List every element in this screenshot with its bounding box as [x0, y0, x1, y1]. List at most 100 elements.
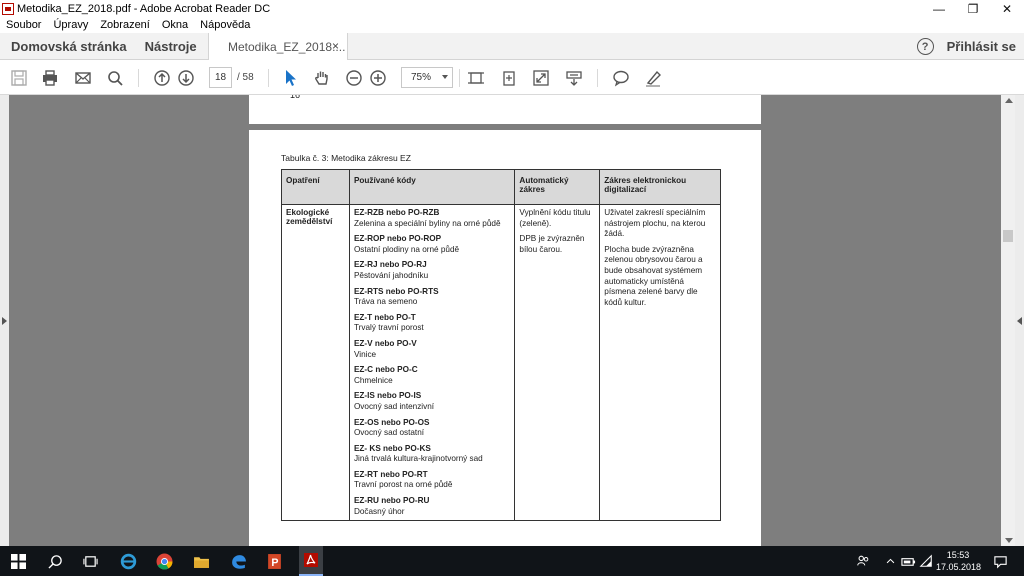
code-name: EZ-OS nebo PO-OS	[353, 417, 430, 427]
menu-okna[interactable]: Okna	[162, 19, 188, 31]
acrobat-app-icon	[2, 2, 14, 15]
code-item: EZ-RZB nebo PO-RZB Zelenina a speciální b…	[354, 208, 510, 229]
code-item: EZ-T nebo PO-T Trvalý travní porost	[354, 313, 510, 334]
save-icon[interactable]	[9, 68, 29, 88]
scroll-down-icon[interactable]	[1005, 538, 1013, 543]
document-viewport[interactable]: 16 Tabulka č. 3: Metodika zákresu EZ Opa…	[0, 95, 1024, 546]
code-description: Zelenina a speciální byliny na orné půdě	[353, 218, 501, 228]
select-tool-icon[interactable]	[281, 68, 301, 88]
scroll-mode-icon[interactable]	[564, 68, 584, 88]
code-item: EZ-IS nebo PO-IS Ovocný sad intenzivní	[354, 391, 510, 412]
code-name: EZ- KS nebo PO-KS	[353, 443, 431, 453]
chevron-down-icon	[442, 75, 448, 79]
code-item: EZ-RT nebo PO-RT Travní porost na orné pů…	[354, 470, 510, 491]
auto-cell: Vyplnění kódu titulu (zeleně). DPB je zv…	[514, 203, 601, 522]
menu-bar: Soubor Úpravy Zobrazení Okna Nápověda	[0, 17, 1024, 33]
minimize-button[interactable]: —	[922, 0, 956, 17]
header-kody: Používané kódy	[348, 169, 516, 205]
main-toolbar: 18 / 58 75%	[0, 61, 1024, 95]
email-icon[interactable]	[73, 68, 93, 88]
code-name: EZ-RJ nebo PO-RJ	[353, 260, 427, 270]
zoom-in-icon[interactable]	[368, 68, 388, 88]
code-description: Ostatní plodiny na orné půdě	[353, 244, 460, 254]
full-screen-icon[interactable]	[531, 68, 551, 88]
comment-icon[interactable]	[611, 68, 631, 88]
tab-document[interactable]: Metodika_EZ_2018.... ×	[208, 33, 348, 60]
signin-button[interactable]: Přihlásit se	[947, 39, 1016, 54]
methodology-table: Opatření Používané kódy Automatický zákr…	[281, 169, 721, 522]
code-name: EZ-T nebo PO-T	[353, 312, 416, 322]
code-name: EZ-RTS nebo PO-RTS	[353, 286, 439, 296]
scrollbar-thumb[interactable]	[1003, 230, 1013, 242]
left-panel-toggle[interactable]	[0, 95, 9, 546]
code-description: Dočasný úhor	[353, 506, 405, 516]
close-window-button[interactable]: ✕	[990, 0, 1024, 17]
code-description: Tráva na semeno	[353, 297, 418, 307]
toolbar-separator	[268, 69, 269, 87]
code-name: EZ-ROP nebo PO-ROP	[353, 234, 442, 244]
acrobat-taskbar-icon[interactable]	[299, 546, 323, 576]
account-area: ? Přihlásit se	[916, 33, 1016, 60]
battery-icon[interactable]	[898, 551, 918, 571]
tab-home[interactable]: Domovská stránka	[11, 39, 127, 54]
window-controls: — ❐ ✕	[922, 0, 1024, 17]
scroll-up-icon[interactable]	[1005, 98, 1013, 103]
code-item: EZ-V nebo PO-V Vinice	[354, 339, 510, 360]
code-item: EZ-ROP nebo PO-ROP Ostatní plodiny na orn…	[354, 234, 510, 255]
right-panel-toggle[interactable]	[1015, 95, 1024, 546]
zoom-select[interactable]: 75%	[401, 67, 453, 88]
clock-time: 15:53	[946, 550, 970, 560]
hand-tool-icon[interactable]	[312, 68, 332, 88]
search-icon[interactable]	[105, 68, 125, 88]
code-item: EZ-RU nebo PO-RU Dočasný úhor	[354, 496, 510, 517]
maximize-button[interactable]: ❐	[956, 0, 990, 17]
menu-zobrazeni[interactable]: Zobrazení	[100, 19, 150, 31]
close-tab-icon[interactable]: ×	[332, 39, 339, 53]
notifications-icon[interactable]	[990, 551, 1010, 571]
code-description: Pěstování jahodníku	[353, 270, 429, 280]
powerpoint-icon[interactable]: P	[264, 551, 284, 571]
vertical-scrollbar[interactable]	[1001, 95, 1015, 546]
edge-icon[interactable]	[228, 551, 248, 571]
wifi-icon[interactable]	[916, 551, 936, 571]
menu-upravy[interactable]: Úpravy	[53, 19, 88, 31]
windows-start-icon[interactable]	[8, 551, 28, 571]
header-digitalizace: Zákres elektronickou digitalizací	[599, 169, 721, 205]
chevron-left-icon	[1017, 317, 1022, 325]
code-name: EZ-RU nebo PO-RU	[353, 496, 430, 506]
menu-soubor[interactable]: Soubor	[6, 19, 41, 31]
code-name: EZ-C nebo PO-C	[353, 365, 418, 375]
file-explorer-icon[interactable]	[191, 551, 211, 571]
menu-napoveda[interactable]: Nápověda	[200, 19, 250, 31]
system-clock[interactable]: 15:53 17.05.2018	[936, 549, 981, 573]
next-page-icon[interactable]	[176, 68, 196, 88]
search-taskbar-icon[interactable]	[45, 551, 65, 571]
svg-text:P: P	[271, 556, 278, 568]
print-icon[interactable]	[40, 68, 60, 88]
code-description: Travní porost na orné půdě	[353, 480, 453, 490]
opatreni-cell: Ekologické zemědělství	[281, 203, 350, 522]
toolbar-separator	[597, 69, 598, 87]
code-item: EZ-RTS nebo PO-RTS Tráva na semeno	[354, 287, 510, 308]
page-number-text: 16	[290, 95, 301, 100]
task-view-icon[interactable]	[80, 551, 100, 571]
toolbar-separator	[459, 69, 460, 87]
fit-page-icon[interactable]	[466, 68, 486, 88]
highlight-pen-icon[interactable]	[643, 68, 663, 88]
people-icon[interactable]	[853, 551, 873, 571]
code-name: EZ-RZB nebo PO-RZB	[353, 208, 440, 217]
page-number-input[interactable]: 18	[209, 67, 232, 88]
help-icon[interactable]: ?	[916, 38, 934, 55]
digital-text: Uživatel zakreslí speciálním nástrojem p…	[604, 208, 706, 239]
window-title: Metodika_EZ_2018.pdf - Adobe Acrobat Rea…	[17, 2, 271, 15]
chrome-icon[interactable]	[154, 551, 174, 571]
chevron-up-icon[interactable]	[880, 551, 900, 571]
header-automaticky: Automatický zákres	[514, 169, 601, 205]
zoom-out-icon[interactable]	[344, 68, 364, 88]
toolbar-separator	[138, 69, 139, 87]
tab-tools[interactable]: Nástroje	[145, 39, 197, 54]
rotate-view-icon[interactable]	[499, 68, 519, 88]
previous-page-icon[interactable]	[152, 68, 172, 88]
code-description: Jiná trvalá kultura-krajinotvorný sad	[353, 454, 483, 464]
internet-explorer-icon[interactable]	[118, 551, 138, 571]
